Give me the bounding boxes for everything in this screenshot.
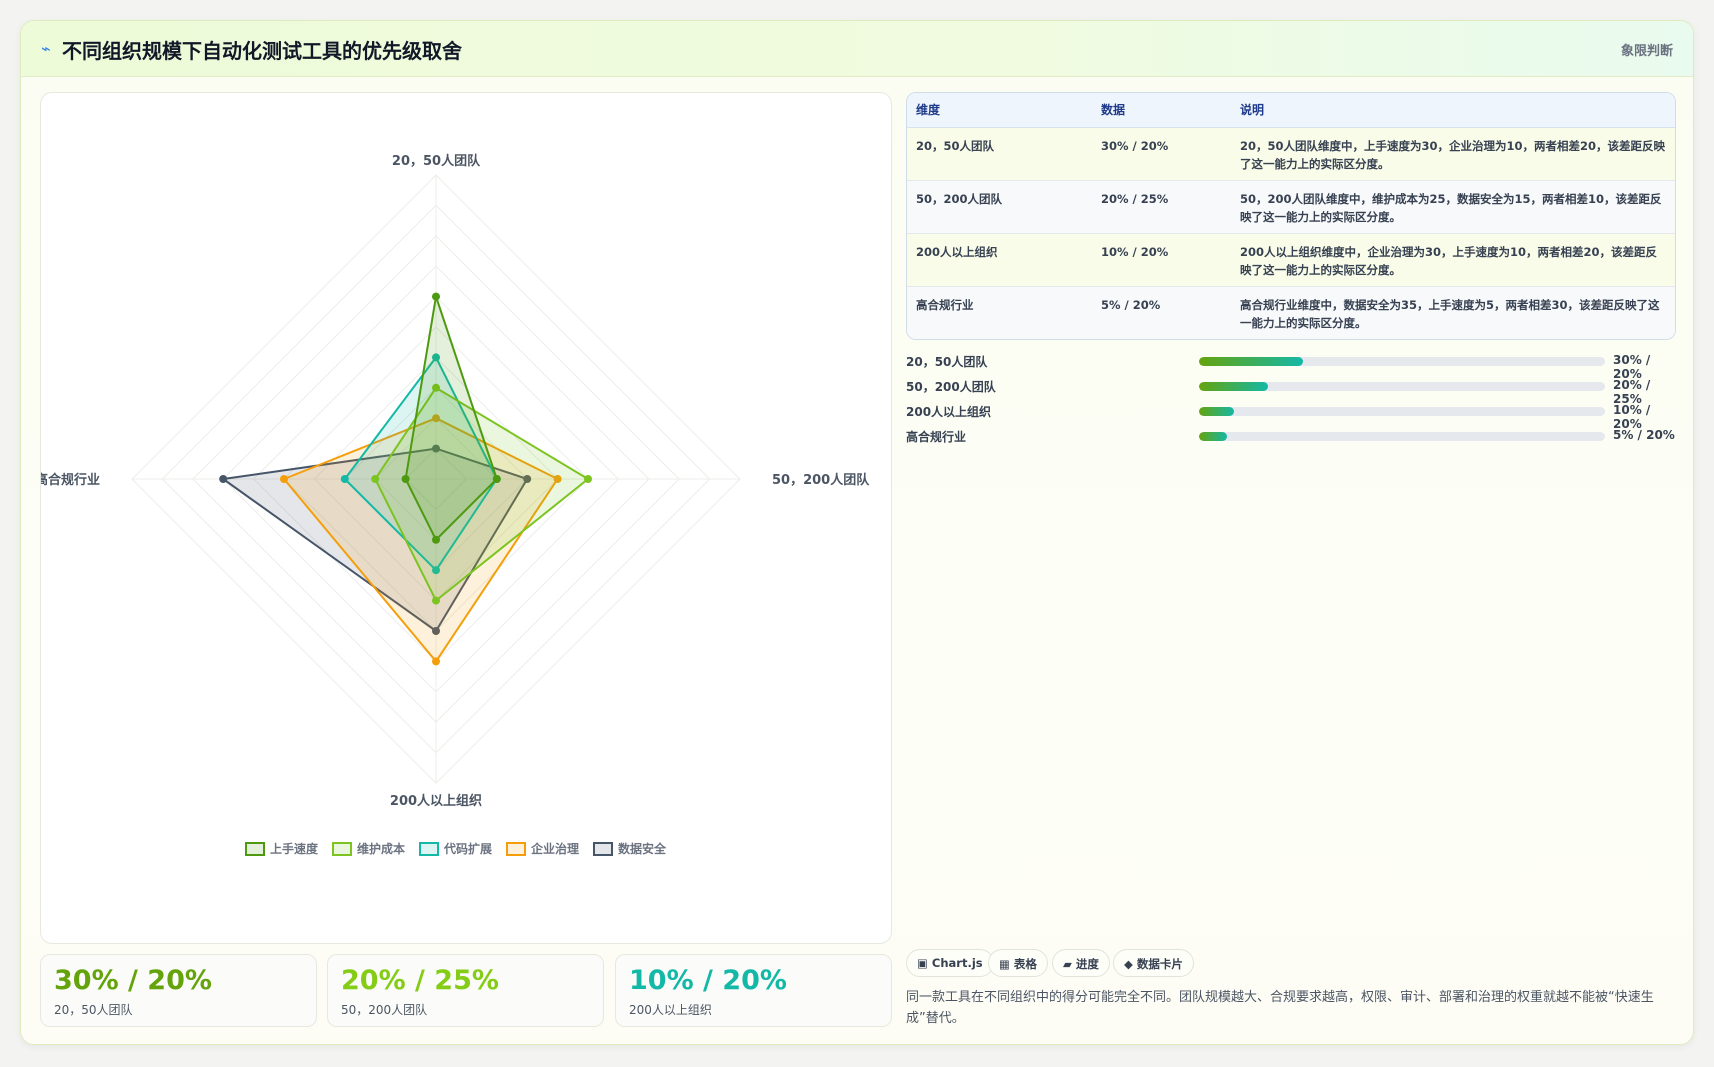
table-cell: 200人以上组织 <box>907 233 1092 287</box>
chip-label: 数据卡片 <box>1136 957 1183 971</box>
stat-label: 200人以上组织 <box>629 1003 712 1017</box>
data-point <box>219 475 228 483</box>
legend-swatch <box>332 842 352 856</box>
column-header-dimension: 维度 <box>907 93 1092 128</box>
progress-fill <box>1199 382 1269 391</box>
table-cell: 20，50人团队 <box>907 127 1092 181</box>
data-point <box>371 475 380 483</box>
spark-icon: ⌁ <box>41 39 51 58</box>
progress-fill <box>1199 407 1234 416</box>
table-icon: ▦ <box>999 957 1010 971</box>
table-cell: 30% / 20% <box>1092 127 1231 181</box>
data-point <box>432 657 440 666</box>
stat-value: 30% / 20% <box>54 965 212 996</box>
footnote-text: 同一款工具在不同组织中的得分可能完全不同。团队规模越大、合规要求越高，权限、审计… <box>906 990 1654 1026</box>
table-cell: 高合规行业维度中，数据安全为35，上手速度为5，两者相差30，该差距反映了这一能… <box>1231 286 1675 339</box>
table-row: 200人以上组织 10% / 20% 200人以上组织维度中，企业治理为30，上… <box>907 233 1675 287</box>
legend-label: 代码扩展 <box>443 841 492 856</box>
data-point <box>432 596 440 605</box>
legend-label: 上手速度 <box>270 841 319 856</box>
stat-value: 10% / 20% <box>629 965 787 996</box>
table-cell: 20% / 25% <box>1092 180 1231 234</box>
data-point <box>432 535 440 544</box>
data-table: 维度 数据 说明 20，50人团队 30% / 20% 20，50人团队维度中，… <box>907 93 1675 339</box>
table-row: 50，200人团队 20% / 25% 50，200人团队维度中，维护成本为25… <box>907 180 1675 234</box>
chip-table[interactable]: ▦ 表格 <box>988 949 1048 977</box>
radar-chart: 20，50人团队 50，200人团队 200人以上组织 高合规行业上手速度 维护成本 代码… <box>41 153 870 856</box>
table-cell: 高合规行业 <box>907 286 1092 339</box>
chip-label: 进度 <box>1075 957 1099 971</box>
progress-value: 5% / 20% <box>1613 428 1675 442</box>
table-cell: 10% / 20% <box>1092 233 1231 287</box>
table-cell: 5% / 20% <box>1092 286 1231 339</box>
axis-label: 50，200人团队 <box>772 472 870 488</box>
main-card: ⌁ 不同组织规模下自动化测试工具的优先级取舍 象限判断 20，50人团队 50，2… <box>20 20 1694 1045</box>
table-cell: 20，50人团队维度中，上手速度为30，企业治理为10，两者相差20，该差距反映… <box>1231 127 1675 181</box>
axis-label: 高合规行业 <box>41 472 100 488</box>
table-cell: 50，200人团队 <box>907 180 1092 234</box>
progress-label: 高合规行业 <box>906 430 967 444</box>
data-point <box>340 475 349 483</box>
diamond-icon: ◆ <box>1124 957 1133 971</box>
progress-row: 200人以上组织 10% / 20% <box>906 401 1676 431</box>
data-point <box>584 475 592 483</box>
progress-icon: ▰ <box>1063 957 1072 971</box>
table-header-row: 维度 数据 说明 <box>907 93 1675 128</box>
progress-fill <box>1199 357 1303 366</box>
quadrant-tag: 象限判断 <box>1620 44 1673 59</box>
data-point <box>492 475 501 483</box>
progress-row: 高合规行业 5% / 20% <box>906 426 1676 446</box>
legend-label: 维护成本 <box>357 841 405 856</box>
stat-card-3: 10% / 20% 200人以上组织 <box>615 954 892 1027</box>
legend-swatch <box>245 842 265 856</box>
data-point <box>280 475 288 483</box>
legend-swatch <box>419 842 439 856</box>
stat-label: 20，50人团队 <box>54 1003 133 1017</box>
progress-track <box>1199 382 1605 391</box>
axis-label: 200人以上组织 <box>390 793 482 809</box>
header-bar: ⌁ 不同组织规模下自动化测试工具的优先级取舍 象限判断 <box>21 21 1693 77</box>
chip-chartjs[interactable]: ▣ Chart.js <box>906 949 994 977</box>
progress-label: 20，50人团队 <box>906 355 988 369</box>
chip-progress[interactable]: ▰ 进度 <box>1052 949 1110 977</box>
progress-track <box>1199 407 1605 416</box>
progress-fill <box>1199 432 1227 441</box>
table-cell: 50，200人团队维度中，维护成本为25，数据安全为15，两者相差10，该差距反… <box>1231 180 1675 234</box>
progress-label: 200人以上组织 <box>906 405 992 419</box>
data-point <box>401 475 410 483</box>
progress-track <box>1199 432 1605 441</box>
legend-swatch <box>593 842 613 856</box>
data-point <box>432 292 440 301</box>
page-title: 不同组织规模下自动化测试工具的优先级取舍 <box>62 39 462 63</box>
chart-icon: ▣ <box>917 956 928 970</box>
progress-track <box>1199 357 1605 366</box>
progress-label: 50，200人团队 <box>906 380 996 394</box>
chip-label: 表格 <box>1013 957 1037 971</box>
legend-label: 数据安全 <box>618 841 667 856</box>
table-row: 高合规行业 5% / 20% 高合规行业维度中，数据安全为35，上手速度为5，两… <box>907 286 1675 339</box>
data-table-container: 维度 数据 说明 20，50人团队 30% / 20% 20，50人团队维度中，… <box>906 92 1676 340</box>
radar-chart-panel: 20，50人团队 50，200人团队 200人以上组织 高合规行业上手速度 维护成本 代码… <box>40 92 892 944</box>
chip-label: Chart.js <box>931 956 983 970</box>
progress-row: 50，200人团队 20% / 25% <box>906 376 1676 406</box>
table-row: 20，50人团队 30% / 20% 20，50人团队维度中，上手速度为30，企… <box>907 127 1675 181</box>
stat-card-2: 20% / 25% 50，200人团队 <box>327 954 604 1027</box>
legend-label: 企业治理 <box>530 841 579 856</box>
column-header-data: 数据 <box>1092 93 1231 128</box>
table-cell: 200人以上组织维度中，企业治理为30，上手速度为10，两者相差20，该差距反映… <box>1231 233 1675 287</box>
stat-value: 20% / 25% <box>341 965 499 996</box>
axis-label: 20，50人团队 <box>392 153 481 169</box>
stat-card-1: 30% / 20% 20，50人团队 <box>40 954 317 1027</box>
chip-data-cards[interactable]: ◆ 数据卡片 <box>1113 949 1194 977</box>
legend-swatch <box>506 842 526 856</box>
progress-row: 20，50人团队 30% / 20% <box>906 351 1676 381</box>
stat-label: 50，200人团队 <box>341 1003 428 1017</box>
column-header-description: 说明 <box>1231 93 1675 128</box>
